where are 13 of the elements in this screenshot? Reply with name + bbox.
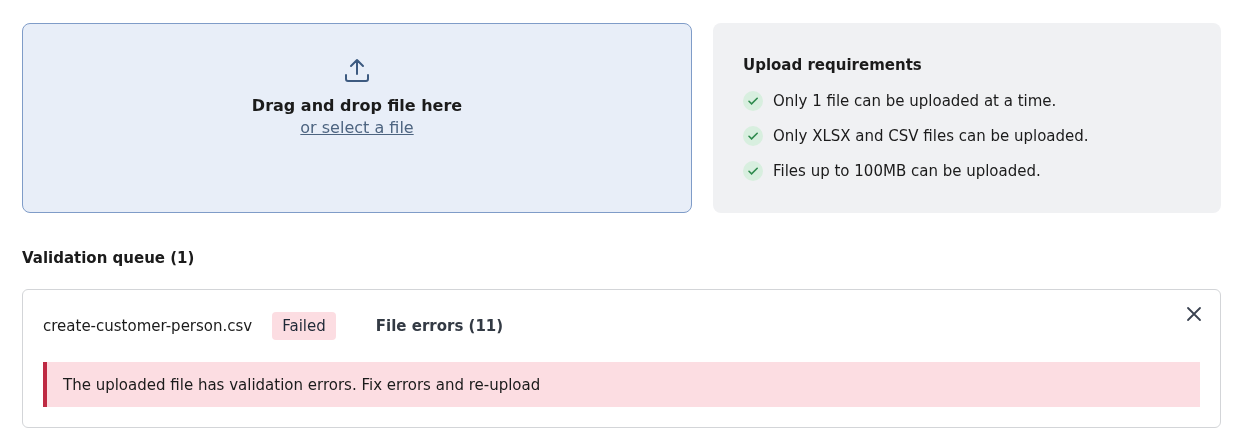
upload-icon [343,56,371,84]
requirement-text: Only 1 file can be uploaded at a time. [773,91,1057,110]
queue-title: Validation queue (1) [22,249,196,267]
requirement-text: Only XLSX and CSV files can be uploaded. [773,126,1089,145]
requirements-title: Upload requirements [743,56,923,74]
requirement-text: Files up to 100MB can be uploaded. [773,161,1041,180]
file-name: create-customer-person.csv [43,317,253,335]
select-file-link[interactable]: or select a file [300,118,414,137]
status-badge: Failed [272,312,336,340]
dropzone[interactable]: Drag and drop file here or select a file [22,23,692,213]
error-message: The uploaded file has validation errors. Fix errors and re-upload [43,362,1200,407]
dropzone-title: Drag and drop file here [251,96,463,115]
file-errors-link[interactable]: File errors (11) [375,317,504,335]
